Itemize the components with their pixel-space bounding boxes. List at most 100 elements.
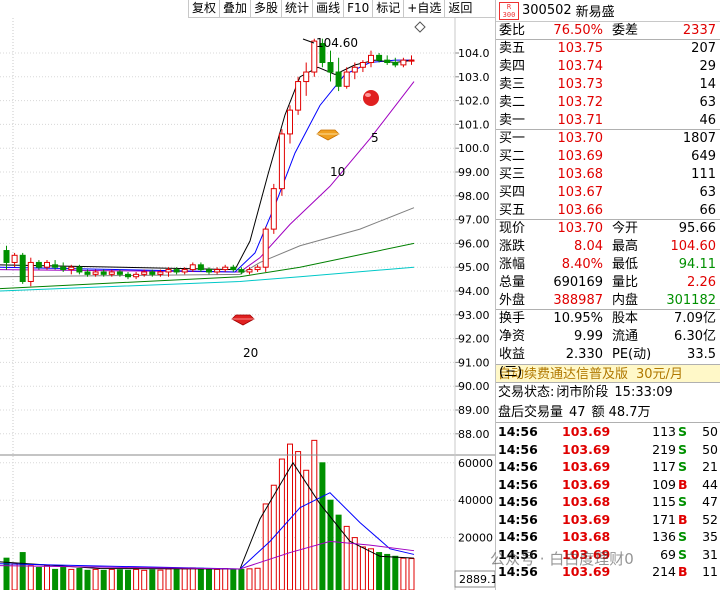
trade-state: 交易状态: 闭市阶段 15:33:09 (498, 385, 673, 400)
volume-bar (108, 568, 115, 590)
price-tick-label: 98.00 (458, 190, 490, 203)
tick-row[interactable]: 14:56 103.69 171 B 52 (496, 511, 720, 529)
candle-body (400, 59, 407, 66)
weibi-row: 委比 76.50% 委差 2337 (496, 22, 720, 40)
red-ball-icon (363, 90, 379, 106)
price-tick-label: 94.00 (458, 285, 490, 298)
toolbar-button[interactable]: 多股 (250, 0, 281, 17)
price-tick-label: 89.00 (458, 404, 490, 417)
toolbar-button[interactable]: 复权 (188, 0, 219, 17)
ma5-line (0, 59, 415, 271)
bid-level-row[interactable]: 买三 103.68 111 (496, 166, 720, 184)
candle-body (44, 261, 50, 268)
volume-bar (100, 569, 107, 590)
candlesticks (3, 38, 415, 287)
stock-name: 新易盛 (575, 5, 615, 20)
bid-level-row[interactable]: 买二 103.69 649 (496, 148, 720, 166)
volume-bar (133, 568, 140, 590)
tick-row[interactable]: 14:56 103.69 109 B 44 (496, 476, 720, 494)
volume-bar (52, 568, 59, 590)
volume-bar (165, 568, 172, 590)
volume-bar (343, 525, 350, 590)
ask-level-row[interactable]: 卖五 103.75 207 (496, 40, 720, 58)
candle-body (262, 228, 269, 268)
volume-bar (254, 567, 261, 590)
volume-bar (327, 499, 334, 590)
quote-row: 涨跌 8.04 最高 104.60 (499, 239, 716, 254)
candle-body (141, 271, 148, 275)
fundamental-row: 收益(三) 2.330 PE(动) 33.5 (499, 347, 716, 380)
candle-body (197, 264, 204, 271)
volume-bar (76, 567, 83, 590)
volume-tick-label: 40000 (458, 494, 493, 507)
toolbar-button[interactable]: 标记 (372, 0, 403, 17)
candle-body (214, 269, 221, 273)
tick-row[interactable]: 14:56 103.69 219 S 50 (496, 441, 720, 459)
toolbar-button[interactable]: 画线 (312, 0, 343, 17)
ask-level-row[interactable]: 卖三 103.73 14 (496, 76, 720, 94)
bid-levels: 买一 103.70 1807 买二 103.69 649 买三 103.68 111 买四 103.… (496, 130, 720, 220)
volume-bar (197, 567, 204, 590)
price-tick-label: 101.0 (458, 118, 490, 131)
price-tick-label: 88.00 (458, 428, 490, 441)
ask-level-row[interactable]: 卖四 103.74 29 (496, 58, 720, 76)
candle-body (27, 261, 34, 282)
bid-level-row[interactable]: 买一 103.70 1807 (496, 130, 720, 148)
volume-bar (319, 462, 326, 590)
orange-gem-icon (316, 129, 340, 141)
tick-row[interactable]: 14:56 103.68 115 S 47 (496, 493, 720, 511)
promo-banner[interactable]: 自动续费通达信普及版 30元/月 (496, 364, 720, 383)
volume-bar (392, 555, 399, 590)
bid-level-row[interactable]: 买四 103.67 63 (496, 184, 720, 202)
ask-level-row[interactable]: 卖一 103.71 46 (496, 112, 720, 130)
price-tick-label: 100.0 (458, 142, 490, 155)
candle-body (116, 271, 123, 275)
tick-row[interactable]: 14:56 103.69 117 S 21 (496, 458, 720, 476)
candle-body (19, 254, 26, 282)
after-hours-row: 盘后交易量 47 额 48.7万 (496, 403, 720, 423)
ma10-line (0, 59, 414, 273)
toolbar-button[interactable]: 叠加 (219, 0, 250, 17)
volume-bar (359, 546, 366, 590)
price-tick-label: 93.00 (458, 309, 490, 322)
toolbar-button[interactable]: +自选 (403, 0, 444, 17)
volume-bar (189, 567, 196, 590)
candle-body (335, 71, 342, 87)
fundamental-row: 净资 9.99 流通 6.30亿 (499, 329, 716, 344)
price-tick-label: 97.00 (458, 214, 490, 227)
ask-level-row[interactable]: 卖二 103.72 63 (496, 94, 720, 112)
toolbar-button[interactable]: F10 (343, 0, 372, 17)
volume-bar (303, 469, 310, 590)
toolbar-button[interactable]: 返回 (444, 0, 475, 17)
price-tick-label: 104.0 (458, 47, 490, 60)
volume-bar (173, 569, 180, 590)
toolbar-button[interactable]: 统计 (281, 0, 312, 17)
volume-bar (376, 552, 383, 590)
volume-bar (141, 569, 148, 590)
candle-body (133, 273, 140, 278)
candle-body (384, 59, 391, 64)
volume-tick-label: 60000 (458, 457, 493, 470)
volume-bar (92, 568, 99, 590)
diamond-marker-icon[interactable] (414, 21, 426, 33)
volume-bar (11, 563, 18, 590)
kline-chart[interactable]: 104.0 103.0 102.0 101.0 100.0 99.00 98.00 97.00… (0, 0, 495, 590)
tick-row[interactable]: 14:56 103.69 113 S 50 (496, 423, 720, 441)
ma5-label: 5 (371, 131, 379, 145)
candle-body (100, 271, 107, 275)
bid-level-row[interactable]: 买五 103.66 66 (496, 202, 720, 220)
price-tick-label: 103.0 (458, 71, 490, 84)
volume-bar (384, 553, 391, 590)
volume-bar (68, 568, 75, 590)
tick-row[interactable]: 14:56 103.68 136 S 35 (496, 528, 720, 546)
volume-bar (60, 567, 67, 590)
quote-row: 涨幅 8.40% 最低 94.11 (499, 257, 716, 272)
volume-bar (238, 568, 245, 590)
candle-body (68, 266, 75, 271)
price-axis: 104.0 103.0 102.0 101.0 100.0 99.00 98.00 97.00… (458, 47, 490, 441)
candle-body (11, 254, 18, 263)
chart-grid (0, 18, 459, 590)
price-tick-label: 99.00 (458, 166, 490, 179)
candle-body (3, 250, 10, 263)
candle-body (181, 269, 188, 273)
